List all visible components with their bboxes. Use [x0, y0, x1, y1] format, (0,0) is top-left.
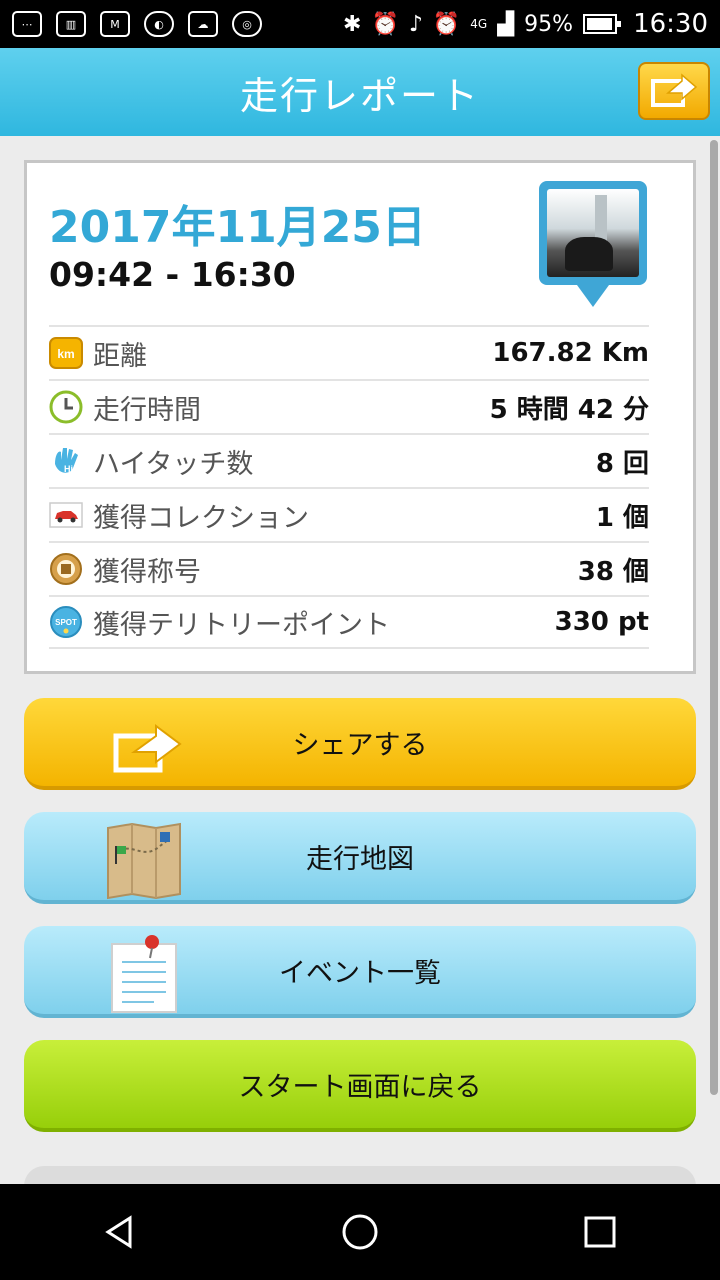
- car-collection-icon: [49, 498, 83, 532]
- recents-nav-button[interactable]: [560, 1192, 640, 1272]
- stat-label: 走行時間: [93, 394, 201, 426]
- svg-text:SPOT: SPOT: [55, 618, 77, 627]
- stat-row-distance: km 距離 167.82 Km: [49, 325, 649, 379]
- app-notification-icon: ◐: [144, 11, 174, 37]
- report-card: 2017年11月25日 09:42 - 16:30 km 距離 167.82 K…: [24, 160, 696, 674]
- high-touch-hand-icon: Hi: [49, 444, 83, 478]
- stats-list: km 距離 167.82 Km 走行時間 5 時間 42 分 Hi ハイタッチ数…: [49, 325, 649, 649]
- stat-label: 獲得テリトリーポイント: [93, 609, 390, 641]
- music-icon: ♪: [408, 11, 423, 37]
- network-type: 4G: [470, 17, 488, 31]
- report-time-range: 09:42 - 16:30: [49, 255, 296, 294]
- ride-photo: [547, 189, 639, 277]
- stat-row-titles: 獲得称号 38 個: [49, 541, 649, 595]
- stat-value: 1 個: [595, 502, 649, 533]
- back-nav-button[interactable]: [80, 1192, 160, 1272]
- stat-row-territory-points: SPOT 獲得テリトリーポイント 330 pt: [49, 595, 649, 649]
- event-list-button[interactable]: イベント一覧: [24, 926, 696, 1018]
- event-list-button-label: イベント一覧: [279, 957, 441, 989]
- bluetooth-icon: ✱: [343, 11, 362, 37]
- clock-icon: [49, 390, 83, 424]
- svg-text:km: km: [57, 347, 74, 361]
- battery-icon: [583, 14, 622, 34]
- share-arrow-icon: [113, 724, 182, 773]
- medal-icon: [49, 552, 83, 586]
- alarm-icon: ⏰: [371, 11, 399, 37]
- photo-pin-icon[interactable]: [539, 181, 647, 311]
- svg-text:Hi: Hi: [64, 464, 73, 474]
- stat-row-ride-time: 走行時間 5 時間 42 分: [49, 379, 649, 433]
- stat-value: 167.82 Km: [492, 338, 649, 368]
- battery-level-fill: [587, 18, 612, 30]
- report-date: 2017年11月25日: [49, 202, 426, 253]
- stat-value: 5 時間 42 分: [489, 394, 649, 425]
- stat-row-collection: 獲得コレクション 1 個: [49, 487, 649, 541]
- keyboard-icon: ⋯: [12, 11, 42, 37]
- stat-row-high-touch: Hi ハイタッチ数 8 回: [49, 433, 649, 487]
- back-triangle-icon: [105, 1215, 132, 1249]
- status-bar: ⋯ ▥ M ◐ ☁ ◎ ✱ ⏰ ♪ ⏰ 4G ▟ 95% 16:30: [0, 0, 720, 48]
- recents-square-icon: [584, 1216, 616, 1248]
- km-icon: km: [49, 336, 83, 370]
- share-button-label: シェアする: [292, 729, 428, 761]
- ride-map-button-label: 走行地図: [306, 843, 414, 875]
- stat-label: ハイタッチ数: [93, 448, 254, 480]
- cloud-icon: ☁: [188, 11, 218, 37]
- navigation-bar: [0, 1184, 720, 1280]
- pin-tip: [577, 285, 609, 307]
- home-circle-icon: [342, 1214, 378, 1250]
- share-arrow-icon: [651, 73, 698, 107]
- stat-label: 獲得コレクション: [93, 502, 309, 534]
- alarm-icon: ⏰: [432, 11, 461, 37]
- memo-pin-icon: [111, 935, 177, 1013]
- back-to-start-button[interactable]: スタート画面に戻る: [24, 1040, 696, 1132]
- ride-map-button[interactable]: 走行地図: [24, 812, 696, 904]
- app-header: 走行レポート: [0, 48, 720, 136]
- back-to-start-button-label: スタート画面に戻る: [238, 1071, 482, 1103]
- scrollbar[interactable]: [710, 140, 718, 1095]
- equalizer-icon: ▥: [56, 11, 86, 37]
- nfc-on-icon: ◎: [232, 11, 262, 37]
- share-button[interactable]: シェアする: [24, 698, 696, 790]
- stat-value: 330 pt: [554, 607, 649, 637]
- header-share-button[interactable]: [638, 62, 710, 120]
- gmail-icon: M: [100, 11, 130, 37]
- clock-time: 16:30: [633, 9, 708, 39]
- photo-frame: [539, 181, 647, 285]
- battery-percent: 95%: [524, 11, 574, 37]
- spot-icon: SPOT: [49, 605, 83, 639]
- page-title: 走行レポート: [239, 73, 480, 118]
- stat-label: 距離: [93, 340, 147, 372]
- stat-value: 8 回: [595, 448, 649, 479]
- stat-label: 獲得称号: [93, 556, 201, 588]
- map-icon: [107, 822, 181, 900]
- stat-value: 38 個: [577, 556, 649, 587]
- signal-icon: ▟: [497, 11, 515, 37]
- home-nav-button[interactable]: [320, 1192, 400, 1272]
